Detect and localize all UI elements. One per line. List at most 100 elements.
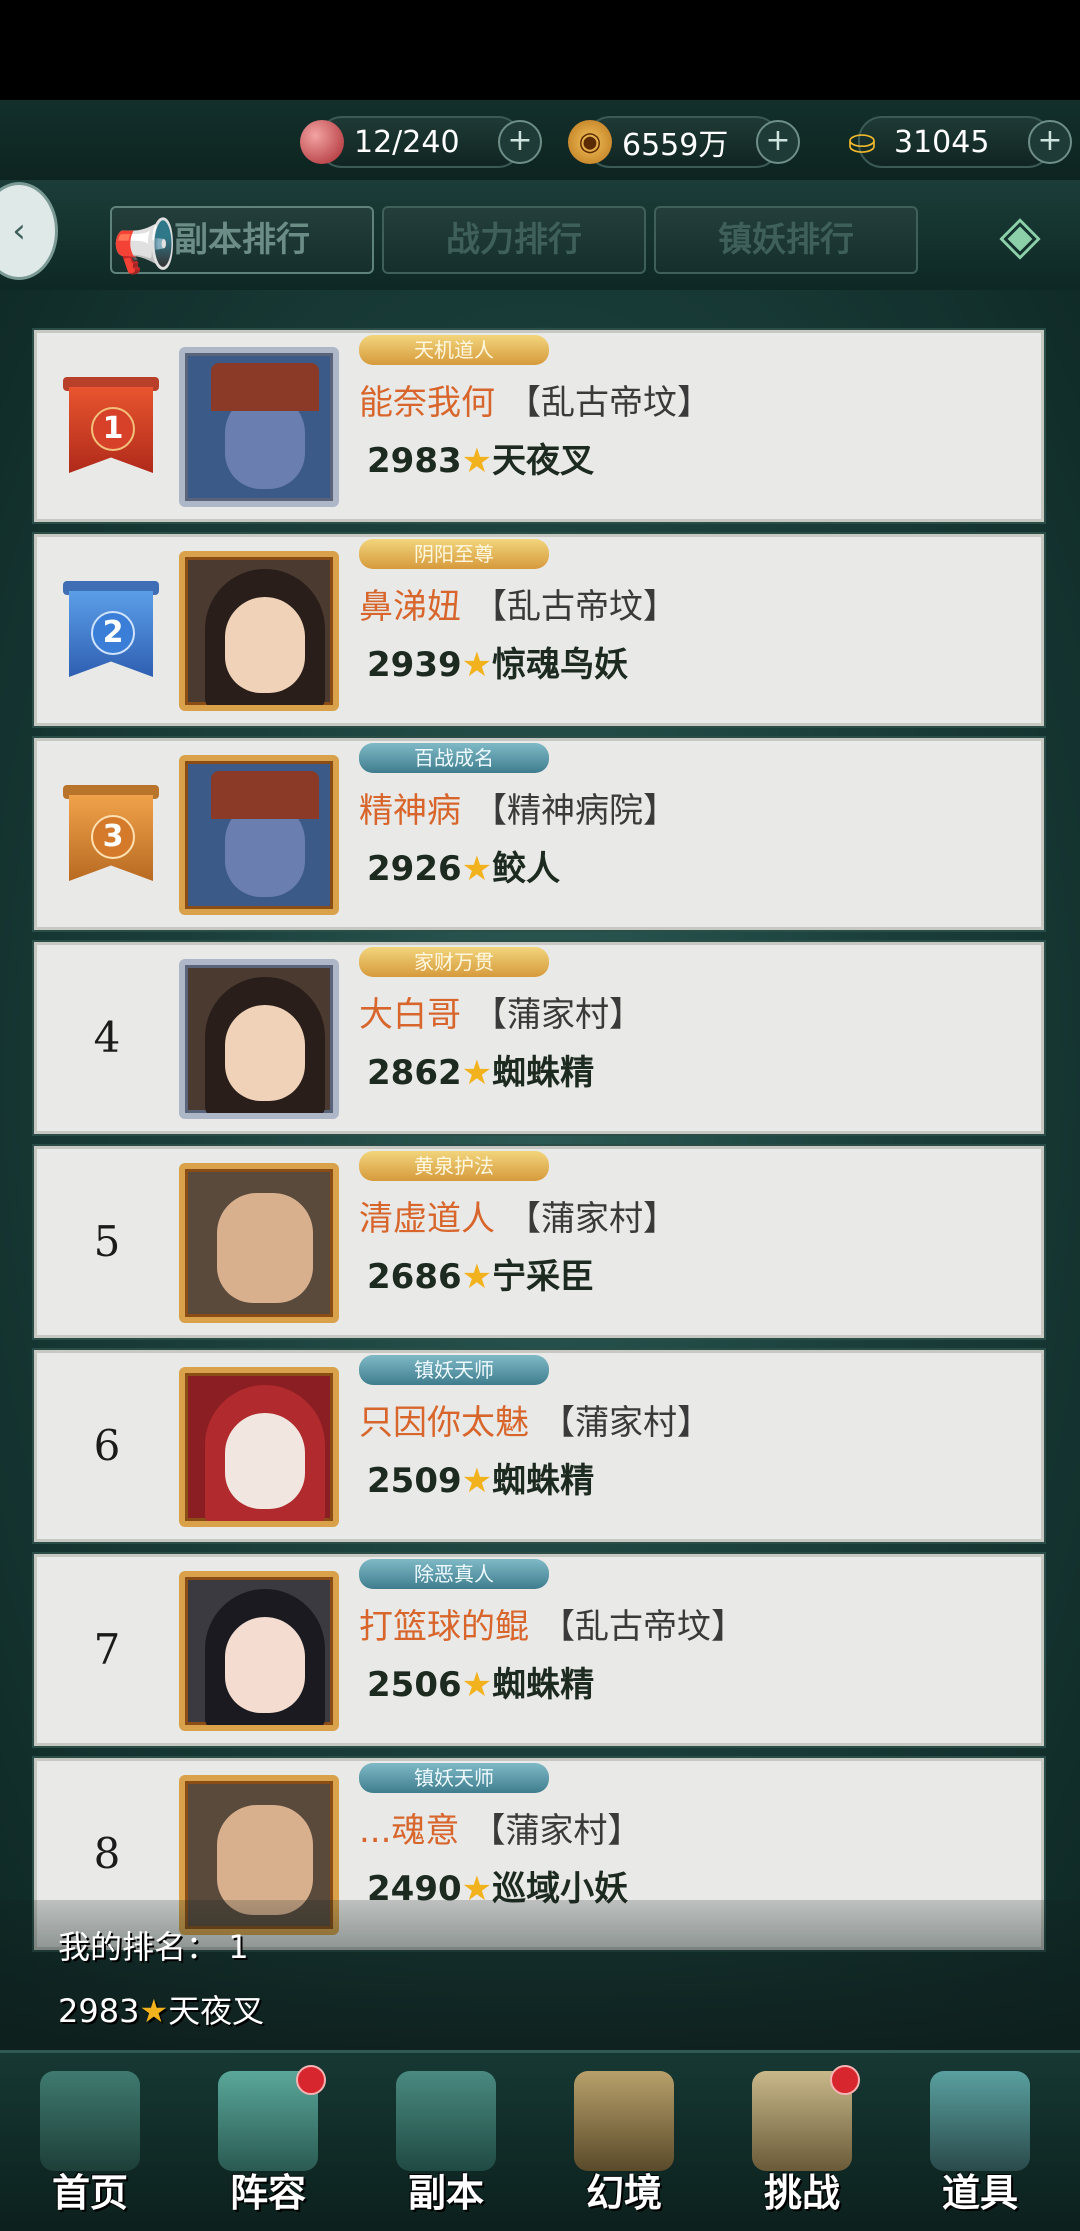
nav-home[interactable]: 首页 [10,2053,170,2231]
avatar[interactable] [179,1367,339,1527]
bottom-nav: 首页 阵容 副本 幻境 挑战 道具 [0,2050,1080,2231]
title-badge: 家财万贯 [359,947,549,977]
player-name: 打篮球的鲲 [359,1607,529,1647]
nav-lineup[interactable]: 阵容 [188,2053,348,2231]
ranking-row[interactable]: 2 阴阳至尊 鼻涕妞 【乱古帝坟】 2939★惊魂鸟妖 [34,534,1044,726]
dungeon-sword-icon [396,2071,496,2171]
nav-dungeon[interactable]: 副本 [366,2053,526,2231]
resource-bar: 12/240 + ◉ 6559万 + ⛀ 31045 + [0,100,1080,180]
player-name: 大白哥 [359,995,461,1035]
notification-dot [296,2065,326,2095]
ranking-row[interactable]: 6 镇妖天师 只因你太魅 【蒲家村】 2509★蜘蛛精 [34,1350,1044,1542]
title-badge: 镇妖天师 [359,1763,549,1793]
gold-ingot-icon: ⛀ [847,122,877,162]
player-server: 【乱古帝坟】 [541,1607,745,1647]
star-icon: ★ [461,441,493,481]
resource-coin: ◉ 6559万 + [568,116,800,168]
pet-name: 惊魂鸟妖 [492,645,629,685]
player-name: 能奈我何 [359,383,495,423]
status-bar [0,0,1080,100]
star-icon: ★ [139,1992,169,2030]
avatar[interactable] [179,347,339,507]
rank-number: 7 [93,1625,121,1674]
nav-items[interactable]: 道具 [900,2053,1060,2231]
rank-2-flag-icon: 2 [63,581,159,687]
player-server: 【蒲家村】 [473,995,643,1035]
power-value: 2862 [367,1053,462,1093]
horn-icon: 📢 [112,217,177,277]
player-server: 【乱古帝坟】 [473,587,677,627]
player-server: 【蒲家村】 [507,1199,677,1239]
red-orb-icon [300,120,344,164]
player-name: ...魂意 [359,1811,460,1851]
ranking-row[interactable]: 1 天机道人 能奈我何 【乱古帝坟】 2983★天夜叉 [34,330,1044,522]
ranking-row[interactable]: 3 百战成名 精神病 【精神病院】 2926★鲛人 [34,738,1044,930]
resource-ingot: ⛀ 31045 + [848,116,1072,168]
add-orb-button[interactable]: + [498,120,542,164]
pet-name: 宁采臣 [492,1257,595,1297]
rank-number: 6 [93,1421,121,1470]
pet-name: 天夜叉 [492,441,595,481]
player-name: 鼻涕妞 [359,587,461,627]
player-server: 【乱古帝坟】 [507,383,711,423]
home-pavilion-icon [40,2071,140,2171]
nav-illusion[interactable]: 幻境 [544,2053,704,2231]
pet-name: 鲛人 [492,849,561,889]
my-pet-name: 天夜叉 [168,1992,265,2030]
pet-name: 蜘蛛精 [492,1461,595,1501]
ranking-tabs: ‹ 副本排行 📢 战力排行 镇妖排行 ◈ [0,180,1080,290]
avatar[interactable] [179,959,339,1119]
my-rank-value: 1 [228,1928,249,1966]
power-value: 2939 [367,645,462,685]
title-badge: 天机道人 [359,335,549,365]
avatar[interactable] [179,551,339,711]
tab-power-rank[interactable]: 战力排行 [382,206,646,274]
crossed-swords-icon [574,2071,674,2171]
rank-number: 5 [93,1217,121,1266]
player-name: 清虚道人 [359,1199,495,1239]
back-button[interactable]: ‹ [0,182,58,280]
title-badge: 阴阳至尊 [359,539,549,569]
item-bag-icon [930,2071,1030,2171]
star-icon: ★ [461,1053,493,1093]
title-badge: 百战成名 [359,743,549,773]
rank-number: 4 [93,1013,121,1062]
rank-3-flag-icon: 3 [63,785,159,891]
my-power-value: 2983 [58,1992,140,2030]
eye-icon[interactable]: ◈ [980,200,1060,270]
star-icon: ★ [461,849,493,889]
rank-1-flag-icon: 1 [63,377,159,483]
pet-name: 蜘蛛精 [492,1053,595,1093]
notification-dot [830,2065,860,2095]
rank-number: 8 [93,1829,121,1878]
avatar[interactable] [179,1571,339,1731]
ranking-row[interactable]: 4 家财万贯 大白哥 【蒲家村】 2862★蜘蛛精 [34,942,1044,1134]
add-ingot-button[interactable]: + [1028,120,1072,164]
power-value: 2983 [367,441,462,481]
power-value: 2686 [367,1257,462,1297]
avatar[interactable] [179,1163,339,1323]
title-badge: 黄泉护法 [359,1151,549,1181]
power-value: 2506 [367,1665,462,1705]
pet-name: 蜘蛛精 [492,1665,595,1705]
player-server: 【蒲家村】 [471,1811,642,1851]
player-server: 【精神病院】 [473,791,677,831]
resource-orb: 12/240 + [300,116,542,168]
ranking-row[interactable]: 5 黄泉护法 清虚道人 【蒲家村】 2686★宁采臣 [34,1146,1044,1338]
my-rank-panel: 我的排名： 1 2983★天夜叉 [0,1900,1080,2050]
ranking-row[interactable]: 7 除恶真人 打篮球的鲲 【乱古帝坟】 2506★蜘蛛精 [34,1554,1044,1746]
avatar[interactable] [179,755,339,915]
star-icon: ★ [461,1257,493,1297]
player-name: 只因你太魅 [359,1403,529,1443]
player-name: 精神病 [359,791,461,831]
nav-challenge[interactable]: 挑战 [722,2053,882,2231]
power-value: 2509 [367,1461,462,1501]
star-icon: ★ [461,1461,493,1501]
tab-demon-rank[interactable]: 镇妖排行 [654,206,918,274]
title-badge: 镇妖天师 [359,1355,549,1385]
my-rank-label: 我的排名： [58,1928,219,1966]
star-icon: ★ [461,645,493,685]
player-server: 【蒲家村】 [541,1403,711,1443]
power-value: 2926 [367,849,462,889]
add-coin-button[interactable]: + [756,120,800,164]
